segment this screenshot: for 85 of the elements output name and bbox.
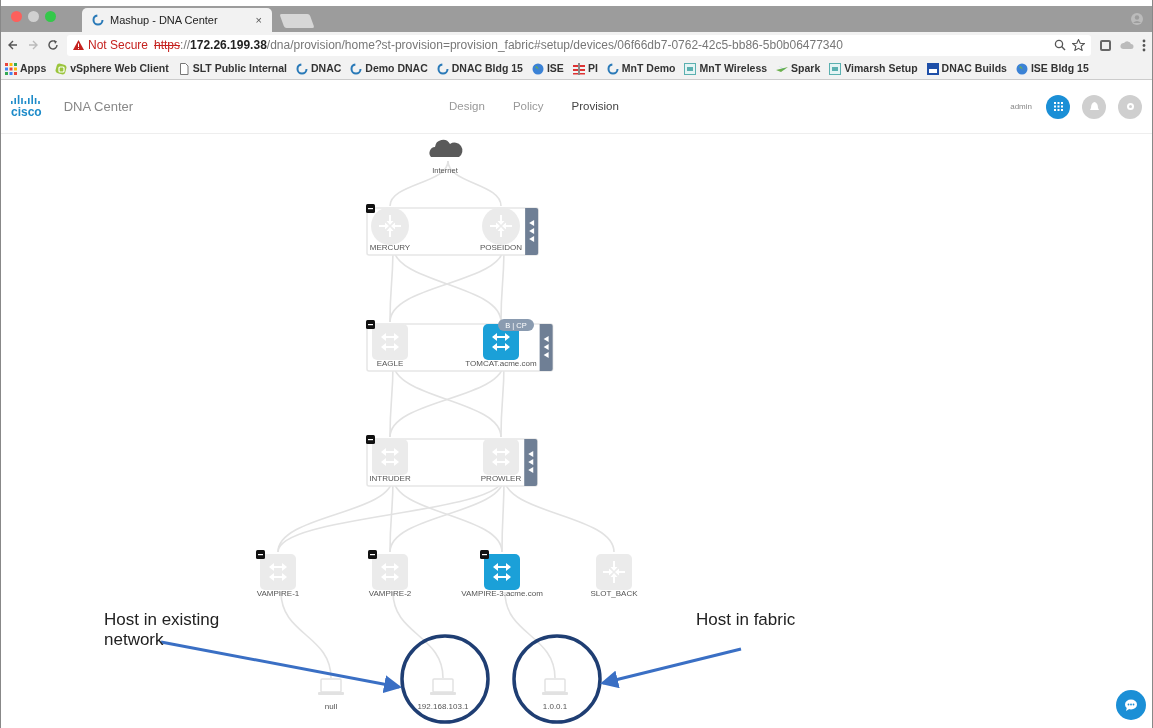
- device-label: INTRUDER: [369, 474, 411, 483]
- collapse-button[interactable]: [366, 320, 375, 329]
- bookmark-link[interactable]: DNAC: [296, 60, 342, 77]
- ring-icon: [296, 62, 308, 75]
- device-label: VAMPIRE-1: [256, 589, 300, 598]
- switch-icon[interactable]: [372, 324, 408, 360]
- collapse-button[interactable]: [480, 550, 489, 559]
- search-icon[interactable]: [1054, 39, 1066, 51]
- browser-tab[interactable]: Mashup - DNA Center ×: [82, 8, 272, 32]
- settings-icon: [1125, 102, 1135, 111]
- bookmark-link[interactable]: DNAC Bldg 15: [436, 60, 523, 77]
- ring-icon: [436, 62, 449, 75]
- apps-grid-icon: [5, 62, 17, 75]
- bookmark-link[interactable]: PI: [572, 60, 598, 77]
- more-icon[interactable]: [1142, 38, 1146, 52]
- url-field[interactable]: https://172.26.199.38/dna/provision/home?st-provision=provision_fabric#setup/devices/06f66db7-0762-42c5-bb86-5b0b06477340: [154, 36, 1048, 54]
- apps-button[interactable]: [1046, 94, 1070, 119]
- chat-button[interactable]: [1116, 690, 1146, 720]
- device-label: PROWLER: [480, 474, 522, 483]
- switch-icon[interactable]: [372, 554, 408, 590]
- user-name: admin: [1010, 100, 1032, 113]
- tile-icon: [684, 62, 697, 75]
- tower-icon: [572, 62, 585, 75]
- expand-handle[interactable]: [524, 439, 538, 486]
- bookmark-link[interactable]: Demo DNAC: [350, 60, 428, 77]
- collapse-button[interactable]: [366, 204, 375, 213]
- logo-bars-icon: [11, 95, 42, 104]
- bookmark-link[interactable]: ISE: [531, 60, 564, 77]
- annotation-text: Host in fabric: [696, 610, 797, 631]
- product-name: DNA Center: [63, 97, 134, 116]
- chat-icon: [1124, 698, 1138, 712]
- bookmark-link[interactable]: SLT Public Internal: [177, 60, 287, 77]
- bookmark-link[interactable]: MnT Wireless: [684, 60, 768, 77]
- extension-icon[interactable]: [1099, 38, 1112, 52]
- collapse-button[interactable]: [368, 550, 377, 559]
- minimize-button[interactable]: [28, 10, 39, 22]
- new-tab-button[interactable]: [279, 14, 315, 28]
- page-icon: [177, 62, 190, 75]
- device-label: POSEIDON: [479, 243, 523, 252]
- bookmark-link[interactable]: ISE Bldg 15: [1015, 60, 1089, 77]
- notifications-button[interactable]: [1082, 94, 1106, 119]
- loading-icon: [92, 14, 104, 26]
- expand-handle[interactable]: [525, 208, 539, 255]
- ring-icon: [350, 62, 363, 75]
- bookmark-link[interactable]: Spark: [776, 60, 821, 77]
- nav-tab[interactable]: Provision: [571, 97, 619, 116]
- collapse-button[interactable]: [366, 435, 375, 444]
- device-label: MERCURY: [369, 243, 411, 252]
- collapse-button[interactable]: [256, 550, 265, 559]
- cloud-icon[interactable]: [429, 139, 463, 157]
- device-label: VAMPIRE-3.acme.com: [461, 589, 543, 598]
- annotation-text: Host in existing network: [104, 610, 221, 651]
- bookmark-link[interactable]: Vimarsh Setup: [829, 60, 918, 77]
- tab-close-button[interactable]: ×: [255, 11, 262, 29]
- star-icon[interactable]: [1072, 39, 1085, 51]
- device-label: null: [324, 702, 338, 711]
- switch-icon[interactable]: [484, 554, 520, 590]
- forward-icon[interactable]: [27, 39, 39, 51]
- switch-icon[interactable]: [260, 554, 296, 590]
- warning-icon: [73, 40, 84, 50]
- device-label: TOMCAT.acme.com: [465, 359, 537, 368]
- bookmark-link[interactable]: MnT Demo: [606, 60, 676, 77]
- switch-icon[interactable]: [372, 439, 408, 475]
- ring-icon: [606, 62, 619, 75]
- builds-icon: [926, 62, 939, 75]
- vsphere-icon: [55, 62, 68, 75]
- tile-icon: [829, 62, 842, 75]
- device-label: EAGLE: [376, 359, 404, 368]
- bookmark-link[interactable]: DNAC Builds: [926, 60, 1007, 77]
- bookmark-link[interactable]: vSphere Web Client: [55, 60, 169, 77]
- bell-icon: [1089, 101, 1099, 112]
- grid-icon: [1053, 102, 1063, 111]
- bookmark-link[interactable]: Apps: [5, 60, 47, 77]
- settings-button[interactable]: [1118, 94, 1142, 119]
- tab-title: Mashup - DNA Center: [110, 12, 219, 28]
- security-indicator[interactable]: Not Secure: [73, 36, 149, 54]
- device-label: 1.0.0.1: [542, 702, 568, 711]
- device-label: VAMPIRE-2: [368, 589, 412, 598]
- back-icon[interactable]: [7, 39, 19, 51]
- globe-icon: [531, 62, 544, 75]
- device-label: SLOT_BACK: [590, 589, 638, 598]
- globe-icon: [1015, 62, 1028, 75]
- reload-icon[interactable]: [47, 39, 59, 51]
- device-label: 192.168.103.1: [417, 702, 469, 711]
- brand-logo: cisco: [11, 106, 42, 118]
